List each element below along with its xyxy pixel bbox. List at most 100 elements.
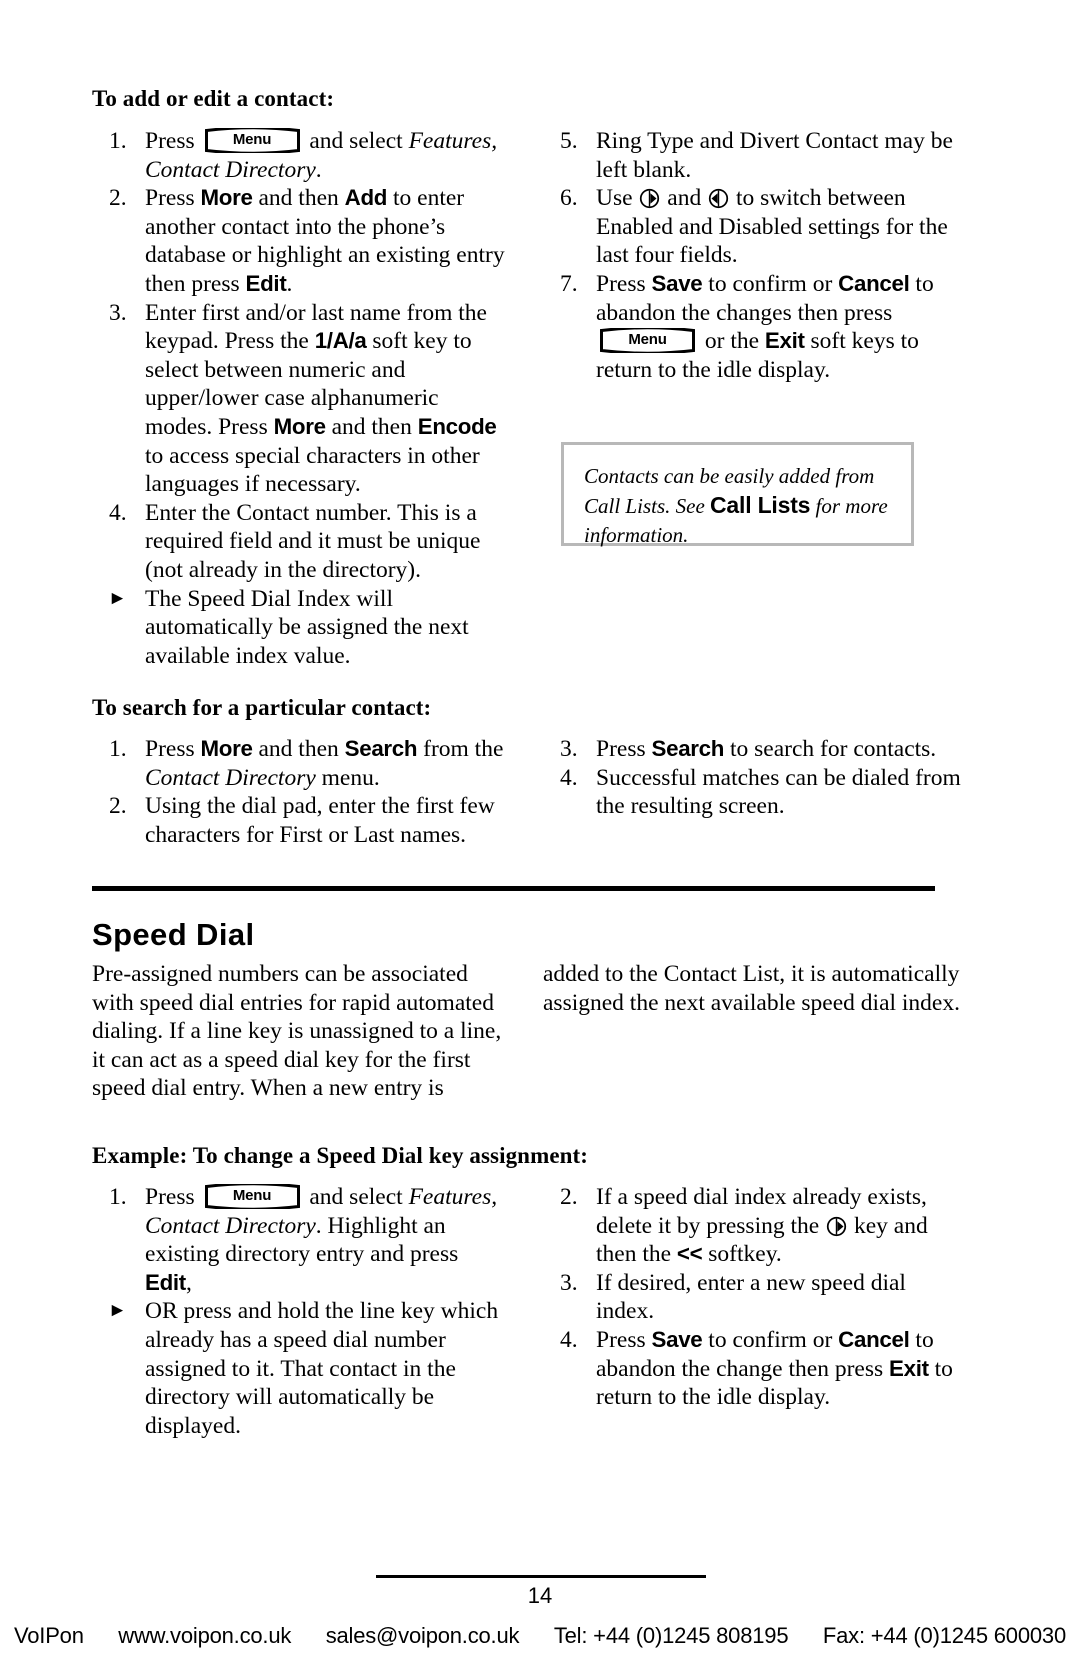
soft-key-label[interactable]: Edit	[246, 271, 287, 296]
soft-key-label[interactable]: More	[201, 736, 253, 761]
menu-hard-key-icon[interactable]: Menu	[204, 128, 301, 153]
soft-key-label[interactable]: Encode	[418, 414, 497, 439]
list-item: 1. Press Menu and select Features, Contac…	[92, 1183, 510, 1297]
list-item-number: 5.	[560, 128, 578, 154]
list-item-number: 1.	[109, 736, 127, 762]
list-item: 2. Press More and then Add to enter anoth…	[92, 184, 510, 298]
list-item-number: 4.	[560, 764, 578, 791]
soft-key-label[interactable]: Edit	[145, 1270, 186, 1295]
list-item: 2. If a speed dial index already exists, …	[543, 1183, 961, 1269]
list-item-text: Successful matches can be dialed from th…	[596, 764, 961, 820]
list-item: 3. Press Search to search for contacts.	[543, 735, 961, 764]
menu-path-reference: Contact Directory	[145, 764, 316, 791]
soft-key-label[interactable]: More	[274, 414, 326, 439]
soft-key-label[interactable]: More	[201, 185, 253, 210]
list-item-text: Enter the Contact number. This is a requ…	[145, 499, 481, 583]
menu-path-reference: Features, Contact Directory	[145, 1184, 498, 1239]
soft-key-label[interactable]: Cancel	[838, 271, 910, 296]
list-item-number: 1.	[109, 128, 127, 154]
list-item-number: 2.	[109, 185, 127, 212]
list-item: 4. Enter the Contact number. This is a re…	[92, 499, 510, 585]
list-item-text: Press Search to search for contacts.	[596, 736, 937, 762]
menu-hard-key-icon[interactable]: Menu	[204, 1184, 301, 1209]
list-item-number: 2.	[109, 793, 127, 820]
soft-key-label[interactable]: Exit	[765, 328, 805, 353]
menu-key-label: Menu	[628, 331, 667, 349]
right-nav-key-icon[interactable]	[826, 1216, 847, 1237]
list-item-text: The Speed Dial Index will automatically …	[145, 585, 469, 669]
left-nav-key-icon[interactable]	[708, 188, 729, 209]
heading-search-contact: To search for a particular contact:	[92, 695, 432, 720]
list-item-number: 3.	[560, 736, 578, 762]
list-item-text: Use and to switch between Enabled and Di…	[596, 185, 948, 269]
soft-key-label[interactable]: Add	[345, 185, 388, 210]
list-item-text: Press Save to confirm or Cancel to aband…	[596, 270, 934, 383]
soft-key-label[interactable]: Save	[652, 271, 703, 296]
list-item: 1. Press Menu and select Features, Contac…	[92, 127, 510, 184]
footer-email[interactable]: sales@voipon.co.uk	[326, 1623, 520, 1649]
list-item-number: 2.	[560, 1184, 578, 1210]
list-item: 1. Press More and then Search from the Co…	[92, 735, 510, 792]
list-item: 3. If desired, enter a new speed dial ind…	[543, 1269, 961, 1326]
soft-key-label[interactable]: Cancel	[838, 1327, 910, 1352]
ordered-list: 5. Ring Type and Divert Contact may be le…	[543, 127, 961, 384]
soft-key-label[interactable]: Search	[345, 736, 418, 761]
list-example-right: 2. If a speed dial index already exists, …	[543, 1183, 961, 1412]
document-page: To add or edit a contact: 1. Press Menu a…	[0, 0, 1080, 1669]
ordered-list: 1. Press Menu and select Features, Contac…	[92, 127, 510, 670]
note-call-lists-reference: Call Lists	[710, 492, 811, 518]
bullet-triangle-icon: ►	[108, 1300, 127, 1322]
list-item-number: 4.	[560, 1326, 578, 1353]
list-example-left: 1. Press Menu and select Features, Contac…	[92, 1183, 510, 1440]
note-line-2-prefix: Call Lists. See	[584, 494, 711, 518]
note-line-1: Contacts can be easily added from	[584, 464, 875, 488]
footer-fax: Fax: +44 (0)1245 600030	[822, 1623, 1066, 1648]
list-item-text: Press More and then Search from the Cont…	[145, 736, 504, 791]
ordered-list: 3. Press Search to search for contacts. 4.…	[543, 735, 961, 821]
soft-key-label[interactable]: Save	[652, 1327, 703, 1352]
section-divider-rule	[92, 886, 935, 891]
note-line-2-suffix: for more	[810, 494, 888, 518]
heading-speed-dial: Speed Dial	[92, 917, 255, 952]
right-nav-key-icon[interactable]	[639, 188, 660, 209]
ordered-list: 1. Press Menu and select Features, Contac…	[92, 1183, 510, 1440]
soft-key-label[interactable]: Search	[652, 736, 725, 761]
list-item: 7. Press Save to confirm or Cancel to aba…	[543, 270, 961, 384]
list-item-text: Press Menu and select Features, Contact …	[145, 1184, 498, 1296]
footer-company: VoIPon	[14, 1623, 84, 1648]
list-add-edit-left: 1. Press Menu and select Features, Contac…	[92, 127, 510, 670]
list-item-text: OR press and hold the line key which alr…	[145, 1298, 499, 1439]
list-item-number: 1.	[109, 1184, 127, 1210]
note-box-text: Contacts can be easily added from Call L…	[564, 445, 911, 550]
footer-rule	[376, 1575, 706, 1578]
list-item-text: If a speed dial index already exists, de…	[596, 1184, 928, 1268]
soft-key-label[interactable]: <<	[677, 1241, 703, 1266]
list-item: ► OR press and hold the line key which al…	[92, 1297, 510, 1440]
list-item-number: 4.	[109, 499, 127, 526]
list-item-number: 6.	[560, 185, 578, 212]
list-item-text: Enter first and/or last name from the ke…	[145, 299, 497, 498]
list-item-number: 3.	[560, 1269, 578, 1296]
list-search-right: 3. Press Search to search for contacts. 4.…	[543, 735, 961, 821]
footer-telephone: Tel: +44 (0)1245 808195	[553, 1623, 789, 1648]
menu-path-reference: Features, Contact Directory	[145, 128, 498, 183]
note-line-3: information.	[584, 523, 689, 547]
list-item-text: If desired, enter a new speed dial index…	[596, 1269, 906, 1325]
list-item: 4. Successful matches can be dialed from …	[543, 764, 961, 821]
list-item-number: 7.	[560, 270, 578, 297]
footer-website[interactable]: www.voipon.co.uk	[118, 1623, 291, 1649]
list-item-text: Press Save to confirm or Cancel to aband…	[596, 1326, 953, 1411]
list-item: 2. Using the dial pad, enter the first fe…	[92, 792, 510, 849]
soft-key-label[interactable]: 1/A/a	[315, 328, 367, 353]
ordered-list: 2. If a speed dial index already exists, …	[543, 1183, 961, 1412]
menu-hard-key-icon[interactable]: Menu	[599, 328, 696, 354]
note-box: Contacts can be easily added from Call L…	[561, 442, 914, 547]
heading-example-speed-dial: Example: To change a Speed Dial key assi…	[92, 1143, 589, 1168]
list-item-text: Using the dial pad, enter the first few …	[145, 793, 495, 848]
list-item-number: 3.	[109, 299, 127, 326]
speed-dial-paragraph-right: added to the Contact List, it is automat…	[543, 961, 960, 1016]
list-add-edit-right: 5. Ring Type and Divert Contact may be le…	[543, 127, 961, 384]
bullet-triangle-icon: ►	[108, 587, 127, 609]
menu-key-label: Menu	[232, 1187, 272, 1204]
soft-key-label[interactable]: Exit	[889, 1356, 929, 1381]
